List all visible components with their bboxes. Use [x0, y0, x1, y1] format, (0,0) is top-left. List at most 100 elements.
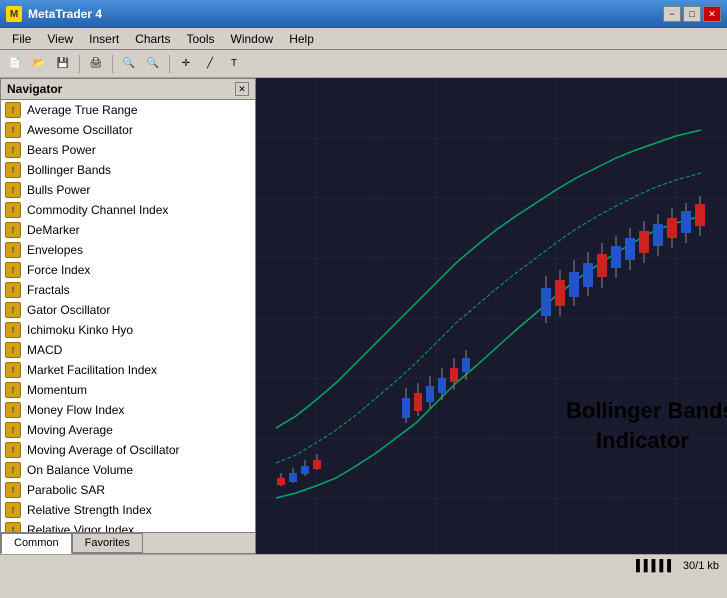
indicator-label: Relative Strength Index [27, 503, 152, 517]
status-left [8, 558, 19, 574]
menu-tools[interactable]: Tools [179, 30, 223, 48]
nav-item[interactable]: fGator Oscillator [1, 300, 255, 320]
indicator-icon: f [5, 222, 21, 238]
menu-file[interactable]: File [4, 30, 39, 48]
indicator-icon: f [5, 382, 21, 398]
nav-item[interactable]: f Bulls Power [1, 180, 255, 200]
menu-help[interactable]: Help [281, 30, 322, 48]
nav-item[interactable]: fOn Balance Volume [1, 460, 255, 480]
title-bar-buttons: − □ ✕ [663, 6, 721, 22]
indicator-label: Bears Power [27, 143, 96, 157]
app-icon: M [6, 6, 22, 22]
nav-item[interactable]: f Envelopes [1, 240, 255, 260]
maximize-button[interactable]: □ [683, 6, 701, 22]
indicator-icon: f [5, 442, 21, 458]
navigator-header: Navigator ✕ [1, 79, 255, 100]
title-text: MetaTrader 4 [28, 7, 102, 21]
status-bar: ▌▌▌▌▌ 30/1 kb [0, 554, 727, 576]
indicator-icon: f [5, 322, 21, 338]
indicator-label: Force Index [27, 263, 90, 277]
nav-item[interactable]: f Moving Average [1, 420, 255, 440]
minimize-button[interactable]: − [663, 6, 681, 22]
indicator-label: Momentum [27, 383, 87, 397]
indicator-icon: f [5, 422, 21, 438]
tab-common[interactable]: Common [1, 533, 72, 554]
indicator-label: Money Flow Index [27, 403, 124, 417]
indicator-label: Gator Oscillator [27, 303, 110, 317]
navigator-close-button[interactable]: ✕ [235, 82, 249, 96]
menu-bar: File View Insert Charts Tools Window Hel… [0, 28, 727, 50]
indicator-icon: f [5, 502, 21, 518]
menu-charts[interactable]: Charts [127, 30, 178, 48]
navigator-title: Navigator [7, 82, 62, 96]
nav-item[interactable]: f Awesome Oscillator [1, 120, 255, 140]
tab-favorites[interactable]: Favorites [72, 533, 143, 553]
menu-window[interactable]: Window [223, 30, 282, 48]
indicator-icon: f [5, 182, 21, 198]
indicator-icon: f [5, 522, 21, 532]
indicator-label: Bulls Power [27, 183, 90, 197]
svg-text:Indicator: Indicator [596, 428, 689, 453]
nav-item[interactable]: f DeMarker [1, 220, 255, 240]
chart-area[interactable]: Bollinger Bands Indicator [256, 78, 727, 554]
nav-item[interactable]: f Ichimoku Kinko Hyo [1, 320, 255, 340]
toolbar: 📄 📂 💾 🖨 🔍 🔍 ✛ ╱ T [0, 50, 727, 78]
indicator-icon: f [5, 482, 21, 498]
nav-item[interactable]: f Relative Strength Index [1, 500, 255, 520]
indicator-icon: f [5, 122, 21, 138]
close-button[interactable]: ✕ [703, 6, 721, 22]
nav-item[interactable]: fCommodity Channel Index [1, 200, 255, 220]
nav-item[interactable]: f Parabolic SAR [1, 480, 255, 500]
indicator-label: Moving Average [27, 423, 113, 437]
indicator-label: Ichimoku Kinko Hyo [27, 323, 133, 337]
navigator-list[interactable]: fAverage True RangefAwesome OscillatorfB… [1, 100, 255, 532]
indicator-label: Parabolic SAR [27, 483, 105, 497]
indicator-icon: f [5, 342, 21, 358]
menu-insert[interactable]: Insert [81, 30, 127, 48]
nav-item[interactable]: fRelative Vigor Index [1, 520, 255, 532]
navigator-tabs: Common Favorites [1, 532, 255, 553]
indicator-icon: f [5, 102, 21, 118]
nav-item[interactable]: fMoving Average of Oscillator [1, 440, 255, 460]
toolbar-crosshair[interactable]: ✛ [175, 53, 197, 75]
indicator-label: Bollinger Bands [27, 163, 111, 177]
indicator-label: Envelopes [27, 243, 83, 257]
nav-item[interactable]: fBollinger Bands [1, 160, 255, 180]
status-info: 30/1 kb [683, 560, 719, 572]
status-tabs [8, 558, 19, 574]
nav-item[interactable]: f MACD [1, 340, 255, 360]
toolbar-line[interactable]: ╱ [199, 53, 221, 75]
indicator-icon: f [5, 142, 21, 158]
indicator-icon: f [5, 262, 21, 278]
toolbar-save[interactable]: 💾 [52, 53, 74, 75]
nav-item[interactable]: f Bears Power [1, 140, 255, 160]
nav-item[interactable]: f Force Index [1, 260, 255, 280]
indicator-label: DeMarker [27, 223, 80, 237]
indicator-label: MACD [27, 343, 62, 357]
navigator-panel: Navigator ✕ f Average True Range f Awesome … [0, 78, 256, 554]
nav-item[interactable]: f Money Flow Index [1, 400, 255, 420]
indicator-icon: f [5, 402, 21, 418]
toolbar-zoom-out[interactable]: 🔍 [142, 53, 164, 75]
toolbar-print[interactable]: 🖨 [85, 53, 107, 75]
nav-item[interactable]: f Average True Range [1, 100, 255, 120]
indicator-label: On Balance Volume [27, 463, 133, 477]
indicator-label: Awesome Oscillator [27, 123, 133, 137]
nav-item[interactable]: fMarket Facilitation Index [1, 360, 255, 380]
menu-view[interactable]: View [39, 30, 81, 48]
title-bar: M MetaTrader 4 − □ ✕ [0, 0, 727, 28]
indicator-label: Average True Range [27, 103, 138, 117]
indicator-label: Commodity Channel Index [27, 203, 168, 217]
nav-item[interactable]: f Momentum [1, 380, 255, 400]
chart-svg: Bollinger Bands Indicator [256, 78, 727, 554]
toolbar-text[interactable]: T [223, 53, 245, 75]
status-indicator: ▌▌▌▌▌ [636, 560, 675, 572]
toolbar-open[interactable]: 📂 [28, 53, 50, 75]
nav-item[interactable]: fFractals [1, 280, 255, 300]
toolbar-sep-2 [112, 55, 113, 73]
indicator-icon: f [5, 242, 21, 258]
toolbar-zoom-in[interactable]: 🔍 [118, 53, 140, 75]
indicator-label: Market Facilitation Index [27, 363, 157, 377]
toolbar-sep-3 [169, 55, 170, 73]
toolbar-new[interactable]: 📄 [4, 53, 26, 75]
